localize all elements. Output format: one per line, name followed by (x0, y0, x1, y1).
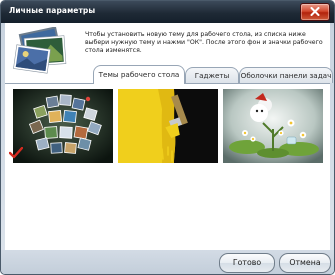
window-title: Личные параметры (9, 6, 96, 15)
cancel-button-label: Отмена (289, 258, 321, 267)
done-button[interactable]: Готово (219, 253, 275, 273)
theme-thumbnail-photo-collage[interactable] (13, 89, 113, 163)
tab-desktop-themes[interactable]: Темы рабочего стола (93, 65, 185, 84)
tab-label: Гаджеты (194, 71, 230, 80)
close-icon (310, 7, 320, 16)
title-bar[interactable]: Личные параметры (1, 1, 334, 23)
tab-gadgets[interactable]: Гаджеты (185, 67, 239, 83)
photo-collage-image (13, 89, 113, 163)
theme-thumbnail-cartoon-flowers[interactable] (223, 89, 323, 163)
tab-label: Оболочки панели задач (240, 71, 332, 80)
themes-panel (5, 83, 330, 251)
theme-thumbnail-paint-brush[interactable] (118, 89, 218, 163)
done-button-label: Готово (232, 258, 262, 267)
photo-stack-icon (13, 27, 67, 74)
paint-brush-image (118, 89, 218, 163)
tab-label: Темы рабочего стола (98, 70, 180, 79)
personal-settings-window: Личные параметры Чтобы установить новую … (0, 0, 335, 275)
cartoon-flowers-image (223, 89, 323, 163)
tab-taskbar-skins[interactable]: Оболочки панели задач (239, 67, 333, 83)
cancel-button[interactable]: Отмена (279, 253, 331, 273)
instructions-text: Чтобы установить новую тему для рабочего… (85, 31, 323, 54)
close-button[interactable] (300, 3, 330, 21)
button-bar: Готово Отмена (1, 250, 334, 274)
selected-checkmark-icon (9, 147, 23, 159)
dialog-content: Чтобы установить новую тему для рабочего… (5, 23, 333, 251)
